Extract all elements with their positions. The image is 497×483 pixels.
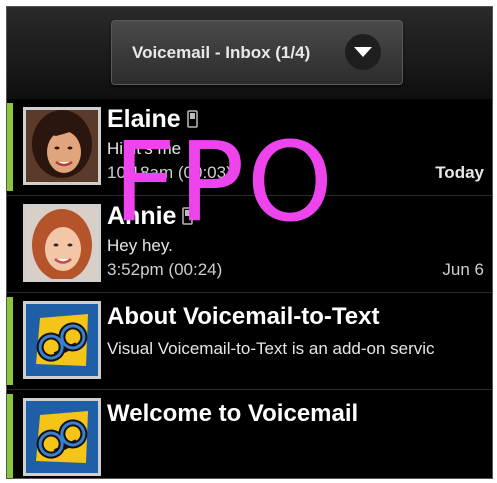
chevron-down-icon[interactable]: [345, 34, 381, 70]
item-title: About Voicemail-to-Text: [107, 303, 380, 330]
list-item[interactable]: Annie Hey hey. 3:52pm (00:24) Jun 6: [7, 196, 492, 293]
item-subtitle: Visual Voicemail-to-Text is an add-on se…: [107, 339, 435, 358]
message-date: Jun 6: [442, 260, 484, 279]
contact-name: Elaine: [107, 105, 181, 133]
message-preview: Hi, it's me: [107, 139, 182, 158]
list-item[interactable]: Elaine Hi, it's me 10:18am (00:03) Today: [7, 99, 492, 196]
contact-name: Annie: [107, 202, 177, 230]
inbox-dropdown-label: Voicemail - Inbox (1/4): [132, 43, 311, 62]
mobile-phone-icon: [186, 106, 198, 135]
mobile-phone-icon: [182, 203, 194, 232]
unread-indicator: [7, 103, 13, 191]
message-preview: Hey hey.: [107, 236, 173, 255]
avatar: [23, 204, 101, 282]
voicemail-screen: Voicemail - Inbox (1/4) Elaine Hi, it's …: [6, 6, 493, 479]
item-title: Welcome to Voicemail: [107, 400, 359, 427]
header-bar: Voicemail - Inbox (1/4): [7, 7, 492, 99]
list-item[interactable]: Welcome to Voicemail: [7, 390, 492, 478]
inbox-dropdown[interactable]: Voicemail - Inbox (1/4): [111, 20, 403, 85]
message-date: Today: [435, 163, 484, 182]
unread-indicator: [7, 297, 13, 385]
message-time: 10:18am (00:03): [107, 163, 232, 182]
unread-indicator: [7, 394, 13, 478]
voicemail-app-icon: [23, 398, 101, 476]
list-item[interactable]: About Voicemail-to-Text Visual Voicemail…: [7, 293, 492, 390]
voicemail-app-icon: [23, 301, 101, 379]
message-time: 3:52pm (00:24): [107, 260, 223, 279]
avatar: [23, 107, 101, 185]
